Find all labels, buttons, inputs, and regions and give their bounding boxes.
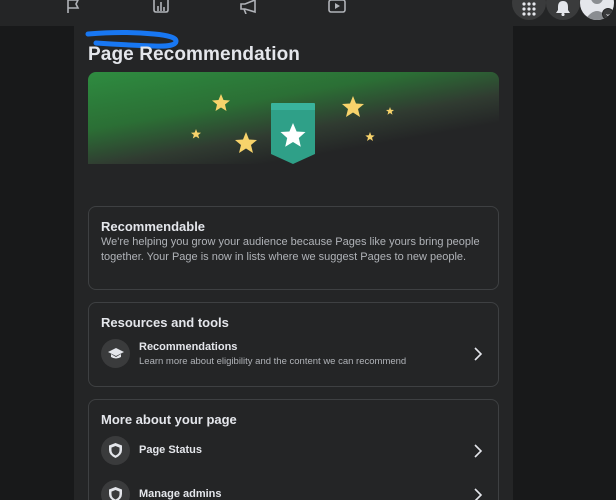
megaphone-icon[interactable]: [238, 0, 260, 14]
more-about-title: More about your page: [101, 412, 237, 427]
flag-icon[interactable]: [62, 0, 84, 14]
video-icon[interactable]: [326, 0, 348, 14]
shield-icon: [101, 436, 130, 465]
chevron-right-icon: [474, 444, 483, 458]
star-icon: [191, 129, 201, 139]
star-icon: [235, 132, 257, 153]
recommendable-card: Recommendable We're helping you grow you…: [88, 206, 499, 290]
star-icon: [212, 94, 230, 111]
badge-icon: [271, 103, 315, 164]
star-icon: [386, 107, 394, 115]
recommendable-description: We're helping you grow your audience bec…: [101, 236, 480, 263]
banner-illustration: [191, 94, 394, 164]
page-status-title: Page Status: [139, 444, 202, 456]
recommendation-banner: [88, 72, 499, 164]
page-title: Page Recommendation: [88, 44, 301, 65]
chevron-down-icon[interactable]: ⌄: [602, 8, 614, 20]
manage-admins-title: Manage admins: [139, 488, 222, 500]
chevron-right-icon: [474, 488, 483, 500]
bell-icon[interactable]: [546, 0, 580, 20]
top-navigation-bar: ⌄: [0, 0, 616, 26]
recommendations-title: Recommendations: [139, 341, 238, 353]
star-icon: [342, 96, 364, 117]
insights-icon[interactable]: [150, 0, 172, 14]
star-icon: [365, 132, 375, 141]
recommendable-title: Recommendable: [101, 219, 206, 234]
shield-icon: [101, 480, 130, 500]
more-about-card: More about your page Page Status Manage …: [88, 399, 499, 500]
recommendations-subtitle: Learn more about eligibility and the con…: [139, 356, 407, 367]
manage-admins-row[interactable]: Manage admins: [89, 478, 498, 500]
resources-title: Resources and tools: [101, 315, 229, 330]
recommendations-row[interactable]: Recommendations Learn more about eligibi…: [89, 336, 498, 372]
graduation-cap-icon: [101, 339, 130, 368]
avatar[interactable]: ⌄: [580, 0, 614, 20]
page-status-row[interactable]: Page Status: [89, 434, 498, 468]
resources-card: Resources and tools Recommendations Lear…: [88, 302, 499, 387]
chevron-right-icon: [474, 347, 483, 361]
menu-grid-icon[interactable]: [512, 0, 546, 20]
